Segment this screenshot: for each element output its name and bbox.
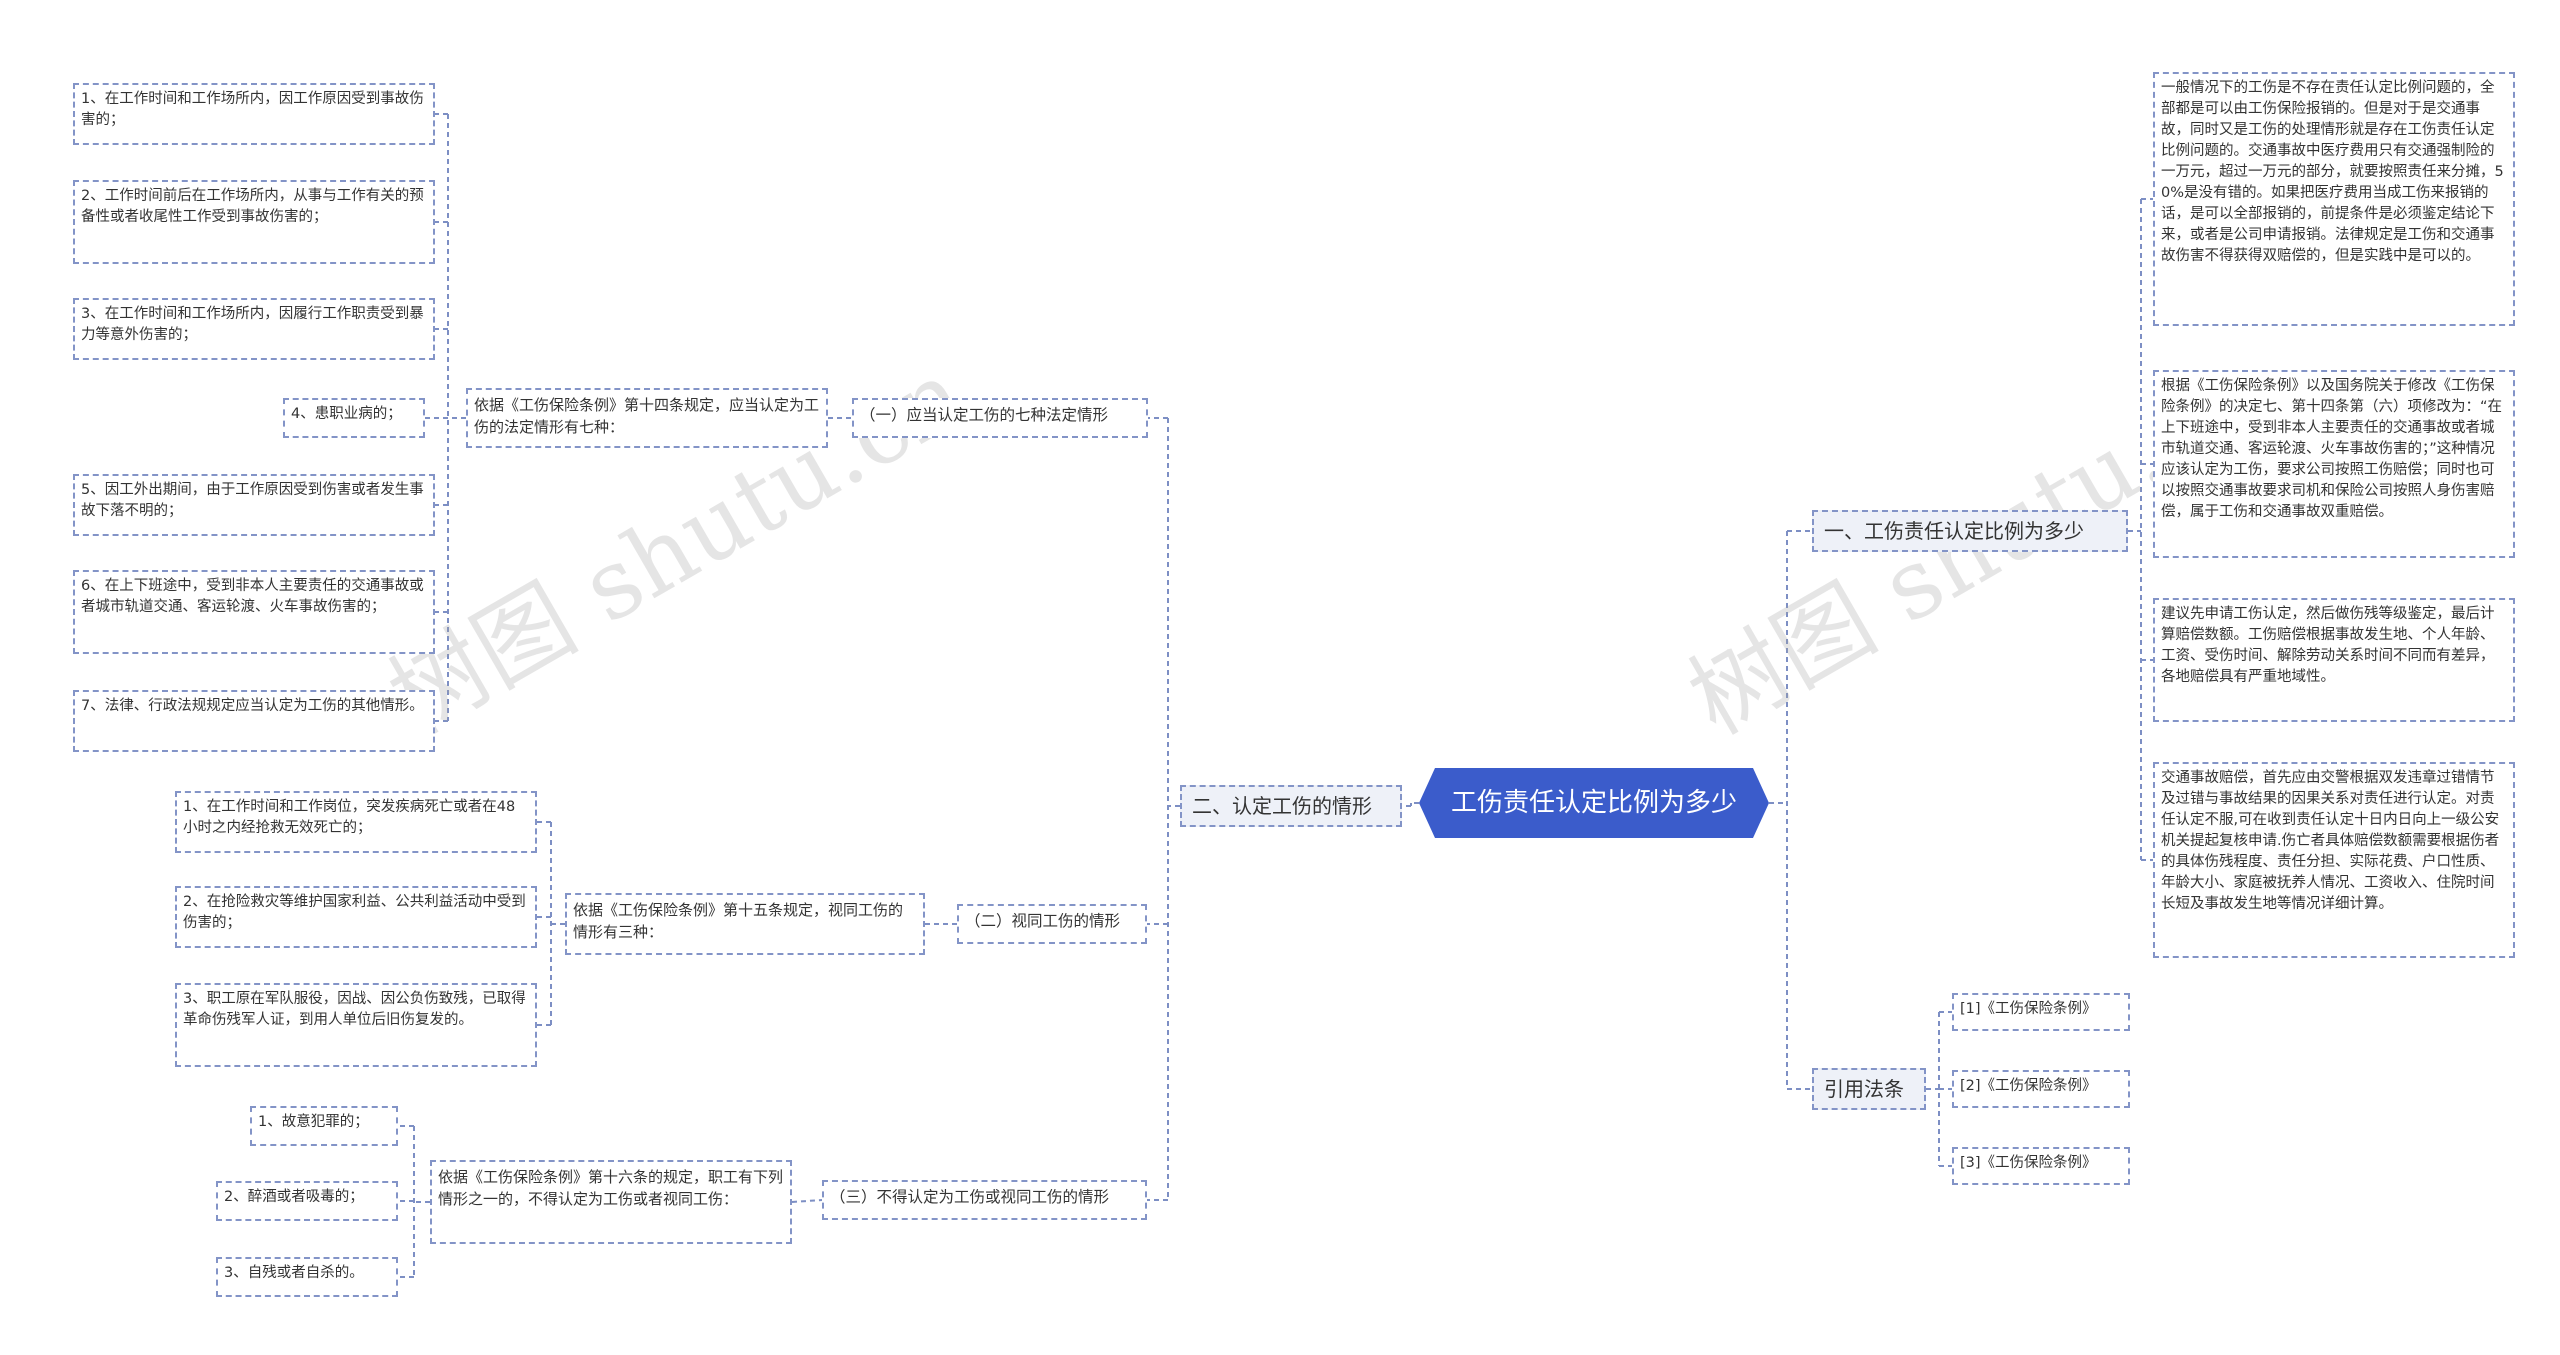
list-item[interactable]: 2、醉酒或者吸毒的；: [216, 1181, 398, 1221]
list-item[interactable]: 3、在工作时间和工作场所内，因履行工作职责受到暴力等意外伤害的；: [73, 298, 435, 360]
topic-article-14-intro[interactable]: 依据《工伤保险条例》第十四条规定，应当认定为工伤的法定情形有七种：: [466, 388, 828, 448]
list-item[interactable]: 2、工作时间前后在工作场所内，从事与工作有关的预备性或者收尾性工作受到事故伤害的…: [73, 180, 435, 264]
law-reference-item[interactable]: [2]《工伤保险条例》: [1952, 1070, 2130, 1108]
list-item[interactable]: 3、职工原在军队服役，因战、因公负伤致残，已取得革命伤残军人证，到用人单位后旧伤…: [175, 983, 537, 1067]
topic-article-15-intro[interactable]: 依据《工伤保险条例》第十五条规定，视同工伤的情形有三种：: [565, 893, 925, 955]
list-item[interactable]: 5、因工外出期间，由于工作原因受到伤害或者发生事故下落不明的；: [73, 474, 435, 536]
branch-work-injury-situations[interactable]: 二、认定工伤的情形: [1180, 785, 1402, 827]
connector-line: [791, 1199, 823, 1203]
list-item[interactable]: 2、在抢险救灾等维护国家利益、公共利益活动中受到伤害的；: [175, 886, 537, 948]
topic-article-16-intro[interactable]: 依据《工伤保险条例》第十六条的规定，职工有下列情形之一的，不得认定为工伤或者视同…: [430, 1160, 792, 1244]
list-item[interactable]: 1、故意犯罪的；: [250, 1106, 398, 1146]
topic-seven-statutory-situations[interactable]: （一）应当认定工伤的七种法定情形: [852, 398, 1148, 438]
paragraph-item[interactable]: 交通事故赔偿，首先应由交警根据双发违章过错情节及过错与事故结果的因果关系对责任进…: [2153, 762, 2515, 958]
branch-cited-laws[interactable]: 引用法条: [1812, 1068, 1926, 1110]
list-item[interactable]: 4、患职业病的；: [283, 398, 425, 438]
root-topic[interactable]: 工伤责任认定比例为多少: [1419, 768, 1769, 838]
paragraph-item[interactable]: 一般情况下的工伤是不存在责任认定比例问题的，全部都是可以由工伤保险报销的。但是对…: [2153, 72, 2515, 326]
list-item[interactable]: 6、在上下班途中，受到非本人主要责任的交通事故或者城市轨道交通、客运轮渡、火车事…: [73, 570, 435, 654]
topic-excluded-situations[interactable]: （三）不得认定为工伤或视同工伤的情形: [822, 1180, 1147, 1220]
list-item[interactable]: 1、在工作时间和工作场所内，因工作原因受到事故伤害的；: [73, 83, 435, 145]
paragraph-item[interactable]: 建议先申请工伤认定，然后做伤残等级鉴定，最后计算赔偿数额。工伤赔偿根据事故发生地…: [2153, 598, 2515, 722]
law-reference-item[interactable]: [3]《工伤保险条例》: [1952, 1147, 2130, 1185]
list-item[interactable]: 1、在工作时间和工作岗位，突发疾病死亡或者在48小时之内经抢救无效死亡的；: [175, 791, 537, 853]
list-item[interactable]: 7、法律、行政法规规定应当认定为工伤的其他情形。: [73, 690, 435, 752]
law-reference-item[interactable]: [1]《工伤保险条例》: [1952, 993, 2130, 1031]
topic-deemed-work-injury[interactable]: （二）视同工伤的情形: [957, 904, 1147, 944]
paragraph-item[interactable]: 根据《工伤保险条例》以及国务院关于修改《工伤保险条例》的决定七、第十四条第（六）…: [2153, 370, 2515, 558]
list-item[interactable]: 3、自残或者自杀的。: [216, 1257, 398, 1297]
branch-liability-ratio[interactable]: 一、工伤责任认定比例为多少: [1812, 510, 2128, 552]
